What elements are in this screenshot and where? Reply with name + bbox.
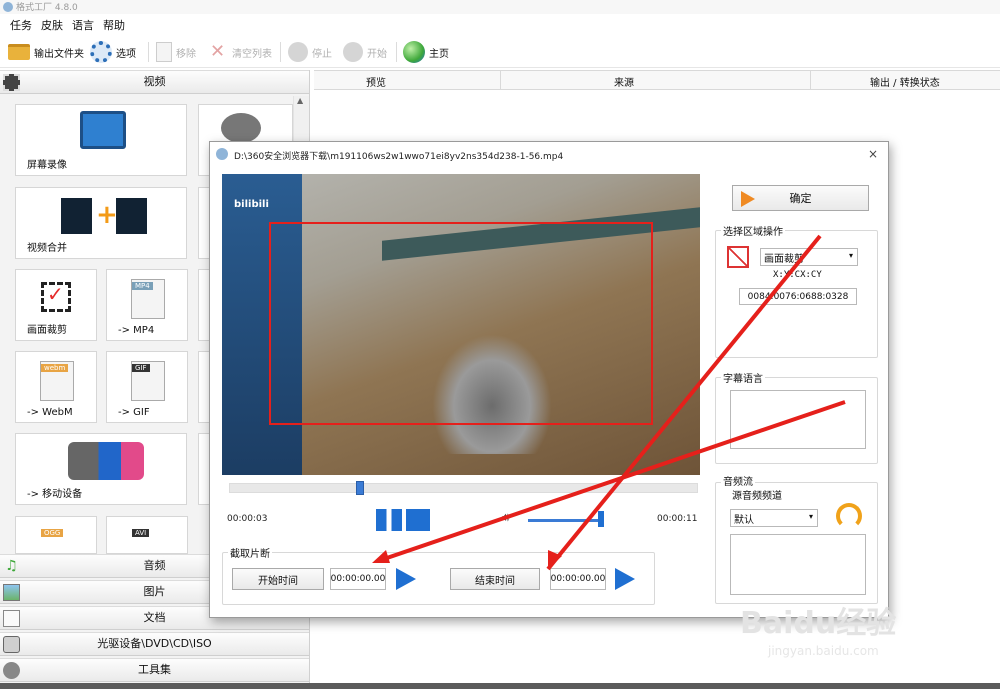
arrowhead-start [372, 550, 390, 563]
baidu-watermark: Baidu经验 [740, 606, 897, 641]
status-bar [0, 683, 1000, 689]
annotation-arrow-end [546, 234, 822, 571]
baidu-watermark-url: jingyan.baidu.com [768, 644, 879, 658]
annotation-arrow-start [377, 400, 846, 563]
annotation-arrows [372, 234, 846, 571]
